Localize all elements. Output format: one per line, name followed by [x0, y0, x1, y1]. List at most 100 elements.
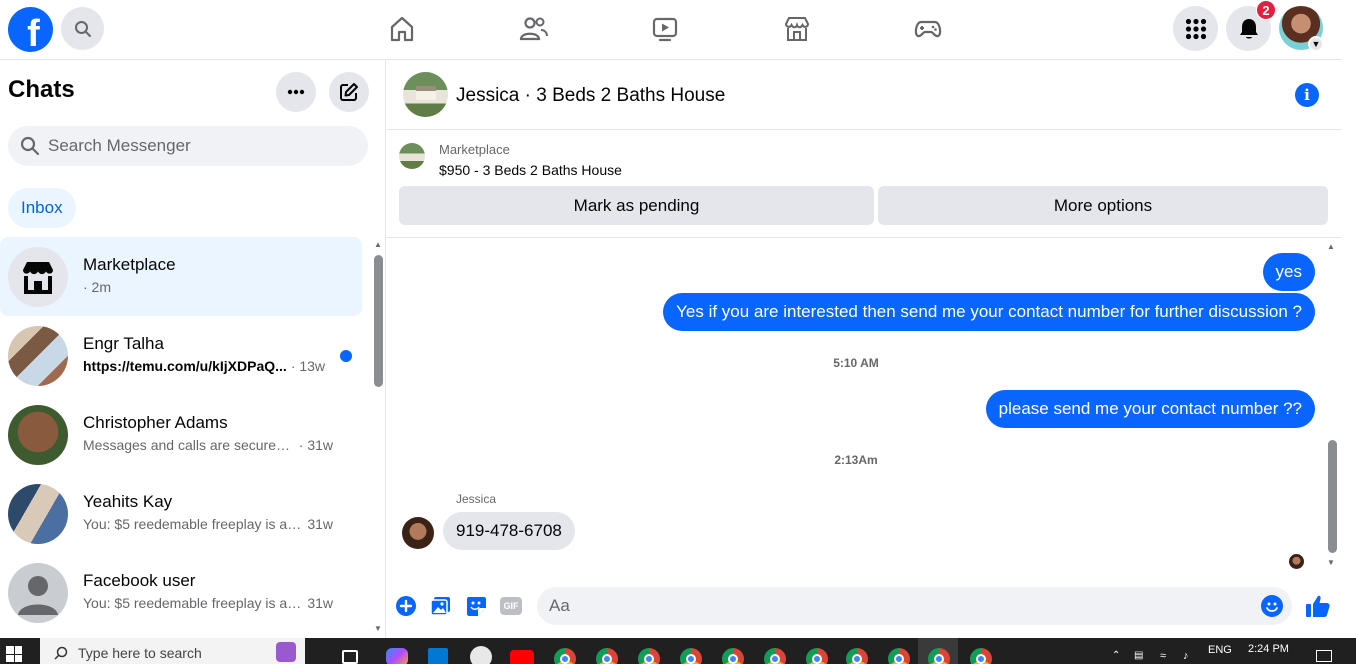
chat-snippet-text: Messages and calls are secured wi...: [83, 437, 295, 453]
nav-friends[interactable]: [517, 12, 551, 46]
attach-photo-button[interactable]: [430, 595, 452, 617]
message-composer: GIF: [387, 581, 1341, 631]
emoji-icon[interactable]: [1261, 595, 1283, 617]
engr-talha-avatar: [8, 325, 68, 386]
search-icon: [74, 20, 91, 37]
more-dots-icon: [287, 89, 305, 95]
youtube-icon[interactable]: [510, 650, 534, 664]
new-message-button[interactable]: [329, 72, 369, 112]
chrome-icon[interactable]: [596, 648, 618, 664]
copilot-icon[interactable]: [386, 648, 408, 664]
chat-list: Marketplace · 2m Engr Talha https://temu…: [0, 237, 370, 637]
like-button[interactable]: [1305, 593, 1331, 619]
listing-title[interactable]: $950 - 3 Beds 2 Baths House: [439, 162, 622, 178]
windows-taskbar: ⌃ ▤ ≈ ♪ ENG 2:24 PM: [0, 638, 1356, 664]
wifi-icon[interactable]: ≈: [1160, 650, 1166, 662]
info-icon[interactable]: i: [1295, 83, 1319, 107]
scroll-up-arrow[interactable]: ▲: [1327, 242, 1335, 251]
menu-button[interactable]: [1173, 6, 1218, 51]
network-icon[interactable]: ▤: [1134, 650, 1143, 661]
compose-icon: [340, 83, 358, 101]
chat-name: Facebook user: [83, 571, 196, 590]
inbox-filter-tab[interactable]: Inbox: [8, 188, 76, 228]
chat-item-yeahits-kay[interactable]: Yeahits Kay You: $5 reedemable freeplay …: [0, 474, 362, 553]
nav-marketplace[interactable]: [780, 12, 814, 46]
app-icon[interactable]: [470, 646, 492, 664]
message-input-box[interactable]: [537, 587, 1292, 625]
chrome-icon[interactable]: [764, 648, 786, 664]
chats-options-button[interactable]: [276, 72, 316, 112]
nav-home[interactable]: [385, 12, 419, 46]
chat-snippet: https://temu.com/u/kIjXDPaQ... · 13w: [83, 358, 333, 374]
chrome-icon[interactable]: [554, 648, 576, 664]
notification-count-badge: 2: [1256, 0, 1276, 20]
nav-video[interactable]: [648, 12, 682, 46]
task-view-icon[interactable]: [342, 650, 358, 664]
chrome-icon[interactable]: [846, 648, 868, 664]
thumbs-up-icon: [1306, 595, 1330, 617]
chat-name: Christopher Adams: [83, 413, 228, 432]
facebook-logo[interactable]: f: [8, 7, 53, 52]
taskbar-search[interactable]: [40, 638, 305, 664]
scroll-up-arrow[interactable]: ▲: [374, 240, 382, 249]
chat-snippet-text: You: $5 reedemable freeplay is av...: [83, 595, 304, 611]
search-icon: [54, 646, 68, 660]
nav-gaming[interactable]: [911, 12, 945, 46]
chat-snippet-text: You: $5 reedemable freeplay is av...: [83, 516, 304, 532]
sender-name: Jessica: [456, 492, 497, 506]
person-icon: [18, 575, 58, 615]
store-icon[interactable]: [428, 648, 448, 664]
sticker-button[interactable]: [465, 595, 487, 617]
ribbon-app-icon[interactable]: [276, 642, 296, 662]
chat-item-marketplace[interactable]: Marketplace · 2m: [0, 237, 362, 316]
scroll-down-arrow[interactable]: ▼: [1327, 558, 1335, 567]
chrome-icon[interactable]: [680, 648, 702, 664]
windows-start-button[interactable]: [6, 646, 22, 662]
chrome-icon[interactable]: [722, 648, 744, 664]
mark-as-pending-button[interactable]: Mark as pending: [399, 186, 874, 225]
chevron-down-icon[interactable]: ▼: [1308, 36, 1324, 52]
conversation-avatar[interactable]: [403, 72, 448, 117]
chat-item-facebook-user[interactable]: Facebook user You: $5 reedemable freepla…: [0, 553, 362, 632]
outgoing-message[interactable]: please send me your contact number ??: [985, 390, 1315, 428]
gif-button[interactable]: GIF: [500, 595, 522, 617]
volume-icon[interactable]: ♪: [1183, 650, 1189, 662]
listing-thumbnail[interactable]: [399, 143, 425, 169]
conversation-title[interactable]: Jessica · 3 Beds 2 Baths House: [456, 85, 725, 107]
tray-chevron-up-icon[interactable]: ⌃: [1112, 650, 1120, 661]
message-input[interactable]: [549, 596, 1239, 616]
chrome-icon[interactable]: [806, 648, 828, 664]
clock-time[interactable]: 2:24 PM: [1248, 643, 1289, 655]
chrome-icon[interactable]: [888, 648, 910, 664]
chat-time: 31w: [307, 595, 333, 611]
yeahits-kay-avatar: [8, 483, 68, 544]
scroll-down-arrow[interactable]: ▼: [374, 624, 382, 633]
chat-item-engr-talha[interactable]: Engr Talha https://temu.com/u/kIjXDPaQ..…: [0, 316, 362, 395]
marketplace-avatar: [8, 246, 68, 307]
notification-center-icon[interactable]: [1316, 650, 1332, 662]
more-options-button[interactable]: More options: [878, 186, 1328, 225]
gif-icon: GIF: [500, 597, 522, 615]
more-actions-button[interactable]: [395, 595, 417, 617]
chat-time: · 2m: [83, 279, 111, 295]
chat-item-christopher-adams[interactable]: Christopher Adams Messages and calls are…: [0, 395, 362, 474]
chrome-icon[interactable]: [928, 648, 950, 664]
sender-avatar[interactable]: [402, 517, 434, 549]
message-scrollbar[interactable]: [1328, 440, 1337, 553]
outgoing-message[interactable]: yes: [1262, 253, 1315, 291]
language-indicator[interactable]: ENG: [1208, 644, 1232, 656]
incoming-message[interactable]: 919-478-6708: [443, 512, 575, 550]
friends-icon: [519, 17, 548, 41]
taskbar-search-input[interactable]: [78, 645, 278, 661]
outgoing-message[interactable]: Yes if you are interested then send me y…: [663, 293, 1315, 331]
chat-snippet: You: $5 reedemable freeplay is av... 31w: [83, 595, 333, 611]
chat-time: 31w: [307, 516, 333, 532]
chrome-icon[interactable]: [638, 648, 660, 664]
messenger-search[interactable]: [8, 126, 368, 166]
chat-name: Yeahits Kay: [83, 492, 173, 511]
grid-menu-icon: [1185, 18, 1206, 39]
chat-list-scrollbar[interactable]: [374, 255, 383, 387]
chrome-icon[interactable]: [970, 648, 992, 664]
search-button[interactable]: [61, 7, 104, 50]
search-messenger-input[interactable]: [48, 136, 348, 156]
